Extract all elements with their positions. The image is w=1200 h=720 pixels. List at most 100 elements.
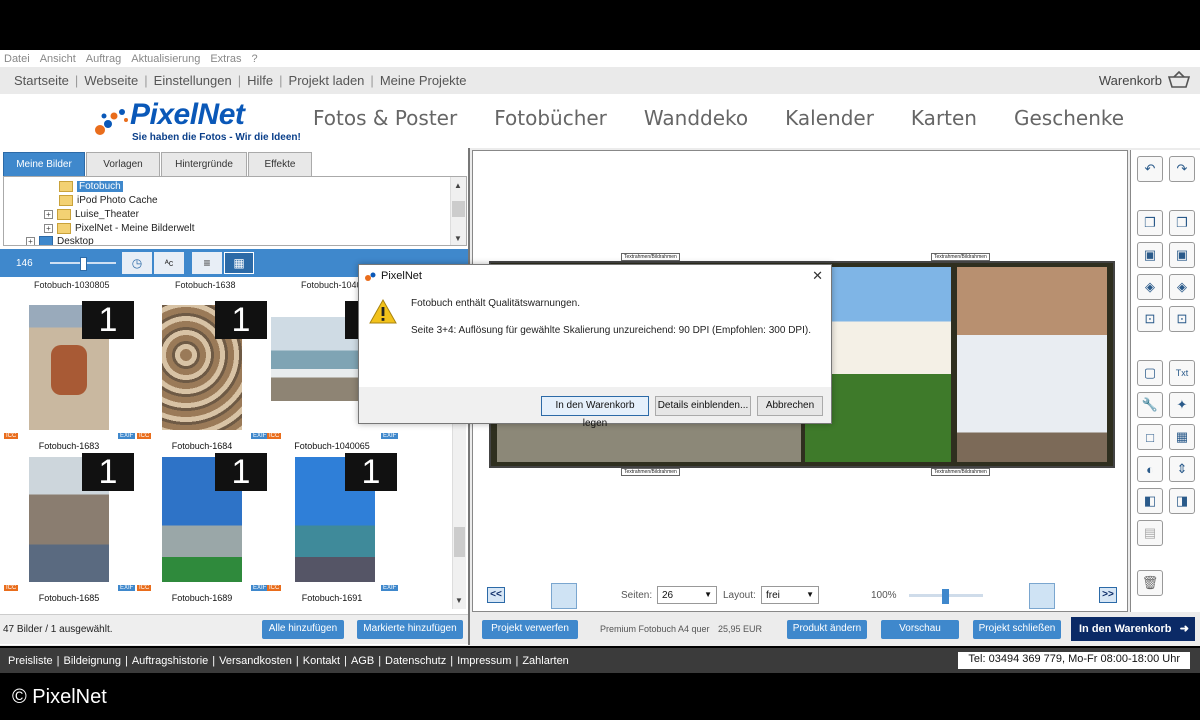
nav-projekt-laden[interactable]: Projekt laden bbox=[289, 73, 365, 88]
top-caption: Fotobuch-1030805 bbox=[34, 280, 110, 290]
footer-kontakt[interactable]: Kontakt bbox=[303, 655, 340, 667]
mainnav-wanddeko[interactable]: Wanddeko bbox=[644, 106, 748, 130]
mainnav-karten[interactable]: Karten bbox=[911, 106, 977, 130]
thumbnail[interactable]: 1 Fotobuch-1691 ICC EXIF bbox=[267, 449, 399, 603]
tab-meine-bilder[interactable]: Meine Bilder bbox=[3, 152, 85, 176]
thumbnail[interactable]: 1 Fotobuch-1684 ICC EXIF bbox=[137, 297, 269, 451]
tree-item-fotobuch[interactable]: Fotobuch bbox=[59, 179, 123, 193]
discard-project-button[interactable]: Projekt verwerfen bbox=[482, 620, 578, 639]
add-text-frame-icon[interactable]: Txt bbox=[1169, 360, 1195, 386]
thumbnail-caption: Fotobuch-1689 bbox=[171, 593, 233, 603]
grid-view-icon[interactable]: ▦ bbox=[224, 252, 254, 274]
add-all-button[interactable]: Alle hinzufügen bbox=[262, 620, 344, 639]
close-icon[interactable]: ✕ bbox=[812, 268, 823, 284]
trash-icon[interactable]: 🗑 bbox=[1137, 570, 1163, 596]
tree-scrollbar[interactable]: ▲ ▼ bbox=[450, 177, 466, 245]
sort-date-icon[interactable]: ◷ bbox=[122, 252, 152, 274]
tab-hintergruende[interactable]: Hintergründe bbox=[161, 152, 247, 176]
redo-icon[interactable]: ↷ bbox=[1169, 156, 1195, 182]
tree-item-pixelnet[interactable]: + PixelNet - Meine Bilderwelt bbox=[44, 221, 195, 235]
footer-impressum[interactable]: Impressum bbox=[457, 655, 511, 667]
zoom-slider[interactable] bbox=[909, 589, 983, 604]
menu-aktualisierung[interactable]: Aktualisierung bbox=[131, 53, 200, 65]
magic-wand-icon[interactable]: ✦ bbox=[1169, 392, 1195, 418]
mainnav-geschenke[interactable]: Geschenke bbox=[1014, 106, 1124, 130]
fit-icon[interactable]: ⊡ bbox=[1137, 306, 1163, 332]
photo-frame-bedroom[interactable] bbox=[957, 267, 1107, 462]
dialog-detail: Seite 3+4: Auflösung für gewählte Skalie… bbox=[411, 325, 811, 336]
nav-hilfe[interactable]: Hilfe bbox=[247, 73, 273, 88]
add-to-cart-button[interactable]: In den Warenkorb ➜ bbox=[1071, 617, 1195, 641]
expand-icon[interactable]: + bbox=[44, 223, 53, 233]
expand-icon[interactable]: + bbox=[44, 209, 53, 219]
footer-datenschutz[interactable]: Datenschutz bbox=[385, 655, 446, 667]
menu-datei[interactable]: Datei bbox=[4, 53, 30, 65]
layer-up-icon[interactable]: ▣ bbox=[1137, 242, 1163, 268]
tab-effekte[interactable]: Effekte bbox=[248, 152, 312, 176]
color-grid-icon[interactable]: ▦ bbox=[1169, 424, 1195, 450]
send-back-icon[interactable]: ❐ bbox=[1169, 210, 1195, 236]
cart-label: Warenkorb bbox=[1098, 72, 1162, 88]
bring-front-icon[interactable]: ❐ bbox=[1137, 210, 1163, 236]
tab-vorlagen[interactable]: Vorlagen bbox=[86, 152, 160, 176]
nav-einstellungen[interactable]: Einstellungen bbox=[154, 73, 232, 88]
mainnav-fotobuecher[interactable]: Fotobücher bbox=[494, 106, 607, 130]
menu-auftrag[interactable]: Auftrag bbox=[86, 53, 121, 65]
cube-icon[interactable] bbox=[551, 583, 577, 609]
prev-page-button[interactable]: << bbox=[487, 587, 505, 603]
thumbnail[interactable]: 1 Fotobuch-1683 ICC EXIF bbox=[4, 297, 136, 451]
product-price: 25,95 EUR bbox=[718, 624, 763, 634]
nav-startseite[interactable]: Startseite bbox=[14, 73, 69, 88]
mainnav-fotos-poster[interactable]: Fotos & Poster bbox=[313, 106, 457, 130]
tree-item-luise[interactable]: + Luise_Theater bbox=[44, 207, 139, 221]
sort-name-icon[interactable]: ᴬᴄ bbox=[154, 252, 184, 274]
frame-icon[interactable]: □ bbox=[1137, 424, 1163, 450]
thumbnail[interactable]: 1 Fotobuch-1689 ICC EXIF bbox=[137, 449, 269, 603]
undo-icon[interactable]: ↶ bbox=[1137, 156, 1163, 182]
expand-icon[interactable]: + bbox=[26, 236, 35, 245]
menu-ansicht[interactable]: Ansicht bbox=[40, 53, 76, 65]
menu-extras[interactable]: Extras bbox=[210, 53, 241, 65]
layer-down-icon[interactable]: ▣ bbox=[1169, 242, 1195, 268]
next-page-button[interactable]: >> bbox=[1099, 587, 1117, 603]
logo[interactable]: PixelNet Sie haben die Fotos - Wir die I… bbox=[92, 98, 301, 144]
close-project-button[interactable]: Projekt schließen bbox=[973, 620, 1061, 639]
tree-item-desktop[interactable]: + Desktop bbox=[26, 234, 94, 245]
page-left-icon[interactable]: ◧ bbox=[1137, 488, 1163, 514]
top-nav: Startseite | Webseite | Einstellungen | Hil… bbox=[0, 67, 1200, 94]
cancel-button[interactable]: Abbrechen bbox=[757, 396, 823, 416]
wrench-icon[interactable]: 🔧 bbox=[1137, 392, 1163, 418]
top-caption: Fotobuch-1040 bbox=[301, 280, 362, 290]
menu-help[interactable]: ? bbox=[252, 53, 258, 65]
cube-icon[interactable] bbox=[1029, 583, 1055, 609]
preview-button[interactable]: Vorschau bbox=[881, 620, 959, 639]
page-right-icon[interactable]: ◨ bbox=[1169, 488, 1195, 514]
show-details-button[interactable]: Details einblenden... bbox=[655, 396, 751, 416]
layout-select[interactable]: frei ▼ bbox=[761, 586, 819, 604]
change-product-button[interactable]: Produkt ändern bbox=[787, 620, 867, 639]
cart-link[interactable]: Warenkorb bbox=[1099, 71, 1190, 89]
footer-versandkosten[interactable]: Versandkosten bbox=[219, 655, 292, 667]
add-marked-button[interactable]: Markierte hinzufügen bbox=[357, 620, 463, 639]
fill-icon[interactable]: ⊡ bbox=[1169, 306, 1195, 332]
zoom-slider[interactable] bbox=[50, 257, 116, 271]
shape-icon[interactable]: ◐ bbox=[1137, 456, 1163, 482]
footer-auftragshistorie[interactable]: Auftragshistorie bbox=[132, 655, 208, 667]
add-image-frame-icon[interactable]: ▢ bbox=[1137, 360, 1163, 386]
add-to-cart-dialog-button[interactable]: In den Warenkorb legen bbox=[541, 396, 649, 429]
tree-item-ipod[interactable]: iPod Photo Cache bbox=[59, 193, 158, 207]
footer-preisliste[interactable]: Preisliste bbox=[8, 655, 53, 667]
thumbnail[interactable]: 1 Fotobuch-1685 ICC EXIF bbox=[4, 449, 136, 603]
footer-bildeignung[interactable]: Bildeignung bbox=[63, 655, 121, 667]
nav-meine-projekte[interactable]: Meine Projekte bbox=[380, 73, 467, 88]
rotate-right-icon[interactable]: ◈ bbox=[1169, 274, 1195, 300]
footer-agb[interactable]: AGB bbox=[351, 655, 374, 667]
list-view-icon[interactable]: ≡ bbox=[192, 252, 222, 274]
header: PixelNet Sie haben die Fotos - Wir die I… bbox=[0, 94, 1200, 148]
align-icon[interactable]: ⇕ bbox=[1169, 456, 1195, 482]
mainnav-kalender[interactable]: Kalender bbox=[785, 106, 874, 130]
nav-webseite[interactable]: Webseite bbox=[84, 73, 138, 88]
pages-select[interactable]: 26 ▼ bbox=[657, 586, 717, 604]
footer-zahlarten[interactable]: Zahlarten bbox=[522, 655, 568, 667]
rotate-left-icon[interactable]: ◈ bbox=[1137, 274, 1163, 300]
